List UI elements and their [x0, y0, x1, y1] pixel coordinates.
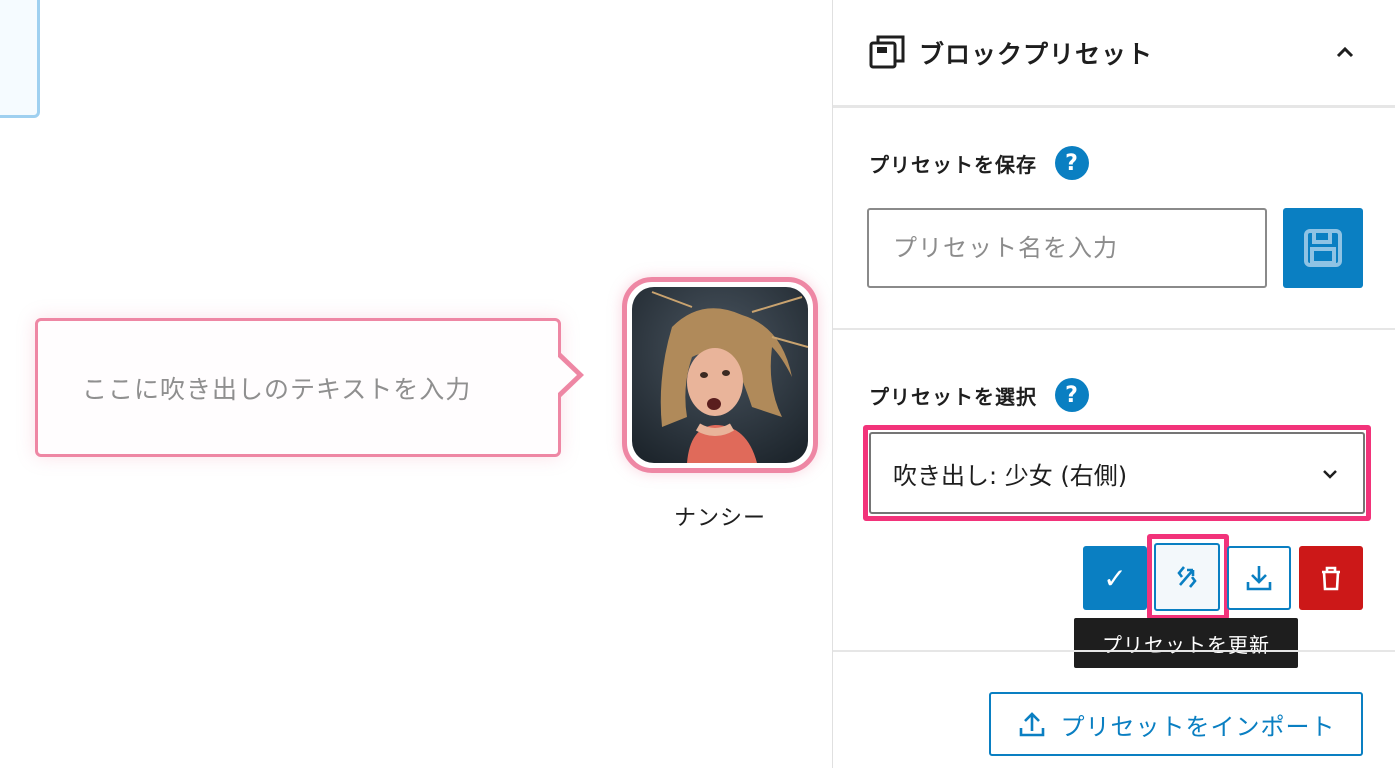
- panel-title: ブロックプリセット: [919, 39, 1154, 69]
- apply-preset-button[interactable]: ✓: [1083, 546, 1147, 610]
- panel-header[interactable]: ブロックプリセット: [833, 0, 1395, 108]
- settings-sidebar: ブロックプリセット プリセットを保存 ? プリセットを選択 ? 吹き出し: 少女…: [832, 0, 1396, 768]
- select-preset-label-text: プリセットを選択: [869, 384, 1037, 409]
- save-preset-label-text: プリセットを保存: [869, 152, 1037, 177]
- select-preset-label: プリセットを選択 ?: [869, 378, 1089, 412]
- check-icon: ✓: [1103, 561, 1127, 595]
- bubble-tail: [557, 352, 584, 398]
- save-preset-button[interactable]: [1283, 208, 1363, 288]
- help-icon[interactable]: ?: [1055, 378, 1089, 412]
- update-preset-button[interactable]: [1154, 543, 1220, 611]
- export-preset-button[interactable]: [1227, 546, 1291, 610]
- update-tooltip: プリセットを更新: [1074, 618, 1298, 668]
- section-divider: [833, 650, 1395, 652]
- preset-select[interactable]: 吹き出し: 少女 (右側): [869, 432, 1365, 514]
- preset-name-input[interactable]: [867, 208, 1267, 288]
- update-icon: [1177, 566, 1197, 588]
- previous-block[interactable]: [0, 0, 40, 118]
- chevron-up-icon[interactable]: [1331, 38, 1359, 66]
- editor-screen: ここに吹き出しのテキストを入力 ナンシー ブロックプリセット プリセットを保存 …: [0, 0, 1396, 768]
- chevron-down-icon: [1323, 470, 1337, 479]
- save-preset-label: プリセットを保存 ?: [869, 146, 1089, 180]
- block-preset-icon: [869, 35, 905, 68]
- avatar-image: [632, 287, 808, 463]
- save-icon: [1304, 229, 1342, 267]
- section-divider: [833, 328, 1395, 330]
- download-icon: [1246, 566, 1272, 591]
- speech-bubble[interactable]: ここに吹き出しのテキストを入力: [35, 318, 584, 457]
- delete-preset-button[interactable]: [1299, 546, 1363, 610]
- trash-icon: [1322, 566, 1340, 591]
- import-preset-button[interactable]: プリセットをインポート: [989, 692, 1363, 756]
- avatar-name[interactable]: ナンシー: [620, 500, 820, 532]
- help-icon[interactable]: ?: [1055, 146, 1089, 180]
- import-preset-label: プリセットをインポート: [1060, 712, 1336, 741]
- bubble-text[interactable]: ここに吹き出しのテキストを入力: [82, 370, 471, 406]
- avatar[interactable]: [622, 277, 818, 473]
- upload-icon: [1019, 712, 1044, 737]
- preset-select-value: 吹き出し: 少女 (右側): [893, 461, 1128, 490]
